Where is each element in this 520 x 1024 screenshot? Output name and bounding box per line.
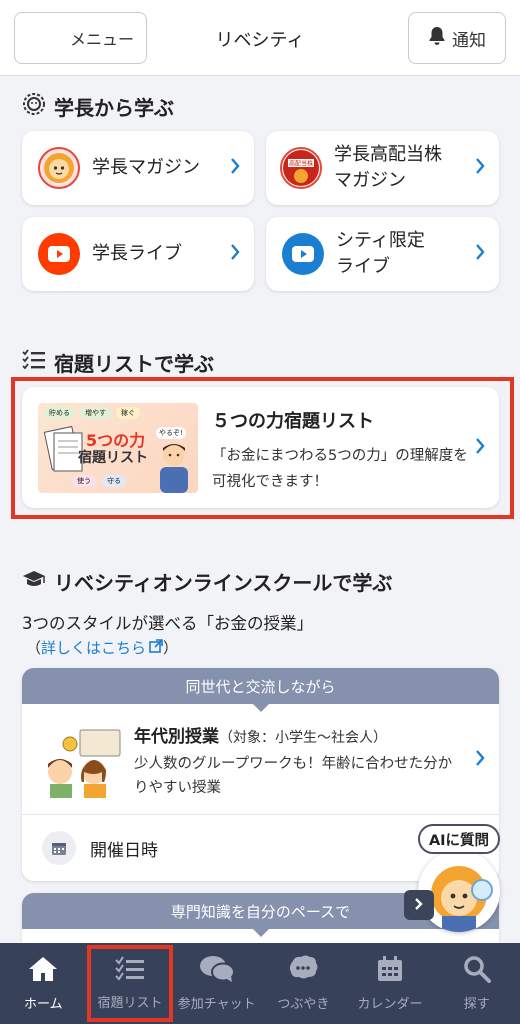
class-description: 少人数のグループワークも！年齢に合わせた分かりやすい授業: [134, 756, 453, 796]
calendar-icon: [42, 831, 76, 865]
class-title: 年代別授業（対象：小学生〜社会人）: [134, 727, 387, 747]
ai-question-widget[interactable]: AIに質問: [404, 822, 514, 934]
card-label: 学長高配当株 マガジン: [334, 144, 442, 191]
nav-item-calendar[interactable]: カレンダー: [347, 943, 434, 1024]
section-title-president: 学長から学ぶ: [22, 92, 174, 121]
card-label: 学長マガジン: [92, 157, 200, 178]
nav-item-search[interactable]: 探す: [433, 943, 520, 1024]
homework-thumbnail: 貯める 増やす 稼ぐ 5つの力 宿題リスト やるぞ! 使う 守る: [38, 403, 198, 493]
chevron-right-icon: [230, 157, 240, 179]
checklist-icon: [22, 349, 46, 376]
notification-label: 通知: [452, 30, 486, 51]
nav-label: 探す: [463, 997, 490, 1012]
lion-mascot-icon: [38, 147, 80, 189]
homework-card-description: 「お金にまつわる5つの力」の理解度を可視化できます！: [212, 448, 468, 490]
president-live-card[interactable]: 学長ライブ: [22, 217, 254, 291]
section-title-text: 宿題リストで学ぶ: [54, 352, 214, 376]
graduation-cap-icon: [22, 569, 46, 594]
card-label: シティ限定 ライブ: [336, 230, 425, 277]
nav-item-tweets[interactable]: つぶやき: [260, 943, 347, 1024]
schedule-label: 開催日時: [90, 840, 158, 861]
nav-label: 参加チャット: [177, 997, 256, 1012]
nav-item-chat[interactable]: 参加チャット: [173, 943, 260, 1024]
class-tab-label: 同世代と交流しながら: [22, 668, 499, 712]
nav-label: ホーム: [24, 997, 63, 1012]
lion-face-icon: [22, 92, 46, 121]
nav-label: カレンダー: [357, 997, 423, 1012]
app-header: メニュー リベシティ 通知: [0, 0, 520, 76]
collapse-arrow-button[interactable]: [404, 890, 434, 920]
menu-label: メニュー: [69, 30, 134, 49]
calendar-icon: [376, 955, 404, 987]
president-dividend-magazine-card[interactable]: 高配当株 学長高配当株 マガジン: [266, 131, 499, 205]
bell-icon: [428, 26, 446, 51]
section-title-homework: 宿題リストで学ぶ: [22, 348, 214, 377]
five-powers-homework-card[interactable]: 貯める 増やす 稼ぐ 5つの力 宿題リスト やるぞ! 使う 守る ５つの力宿題リ…: [22, 387, 499, 508]
tweet-bubble-icon: [287, 955, 319, 987]
ai-question-label: AIに質問: [418, 824, 500, 854]
chevron-right-icon: [475, 157, 485, 179]
chevron-right-icon: [475, 749, 485, 771]
chevron-right-icon: [230, 243, 240, 265]
president-magazine-card[interactable]: 学長マガジン: [22, 131, 254, 205]
nav-item-home[interactable]: ホーム: [0, 943, 87, 1024]
chevron-right-icon: [475, 243, 485, 265]
online-school-subtitle: 3つのスタイルが選べる「お金の授業」: [22, 614, 313, 633]
card-label: 学長ライブ: [92, 243, 182, 264]
menu-button[interactable]: メニュー: [14, 12, 147, 64]
nav-label: つぶやき: [277, 997, 330, 1012]
external-link-icon: [149, 638, 163, 657]
chat-bubbles-icon: [199, 955, 235, 987]
section-title-text: リベシティオンラインスクールで学ぶ: [54, 571, 393, 595]
youtube-play-icon: [38, 233, 80, 275]
chevron-right-icon: [475, 437, 485, 459]
details-link[interactable]: （ 詳しくはこちら ）: [26, 637, 178, 658]
highlight-box: [87, 945, 173, 1022]
homework-card-title: ５つの力宿題リスト: [212, 411, 374, 432]
dividend-magazine-icon: 高配当株: [280, 147, 322, 189]
notification-button[interactable]: 通知: [408, 12, 506, 64]
chevron-right-icon: [414, 896, 424, 915]
section-title-online-school: リベシティオンラインスクールで学ぶ: [22, 567, 392, 596]
section-title-text: 学長から学ぶ: [54, 96, 174, 120]
youtube-play-icon: [282, 233, 324, 275]
city-limited-live-card[interactable]: シティ限定 ライブ: [266, 217, 499, 291]
home-icon: [27, 955, 59, 987]
bottom-navigation: ホーム 宿題リスト 参加チャット つぶやき カレンダー 探す: [0, 943, 520, 1024]
students-illustration-icon: [40, 726, 126, 802]
search-icon: [463, 955, 491, 987]
svg-text:高配当株: 高配当株: [289, 160, 313, 168]
